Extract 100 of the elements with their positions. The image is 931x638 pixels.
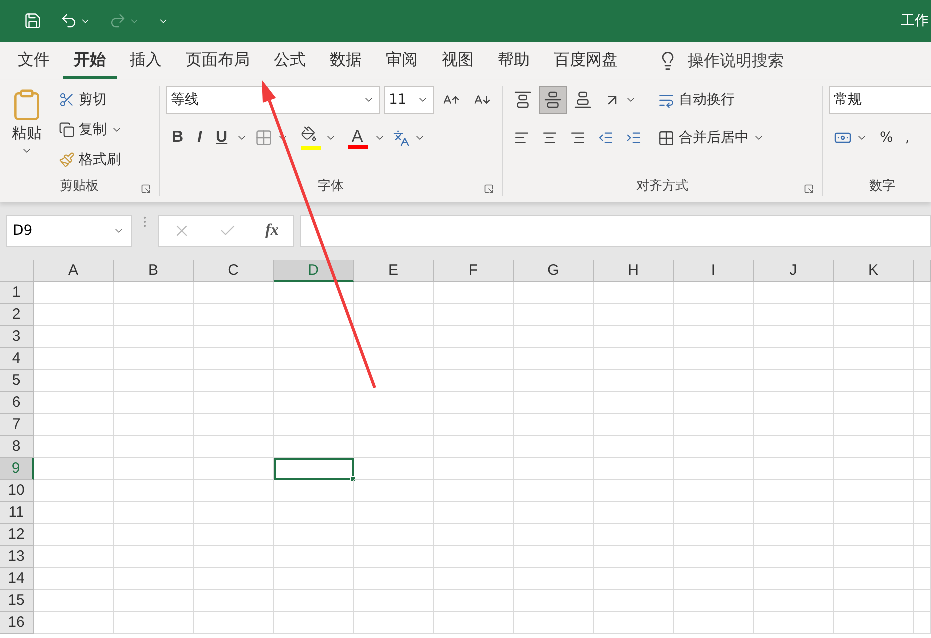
sheet-cell[interactable] [754, 568, 834, 590]
ribbon-tab[interactable]: 公式 [263, 44, 317, 78]
sheet-cell[interactable] [434, 326, 514, 348]
sheet-cell[interactable] [114, 304, 194, 326]
tell-me-search[interactable]: 操作说明搜索 [652, 50, 790, 72]
sheet-cell[interactable] [434, 436, 514, 458]
sheet-cell[interactable] [594, 458, 674, 480]
sheet-cell[interactable] [354, 304, 434, 326]
sheet-cell[interactable] [274, 590, 354, 612]
sheet-cell[interactable] [914, 304, 931, 326]
sheet-cell[interactable] [914, 546, 931, 568]
sheet-cell[interactable] [594, 502, 674, 524]
sheet-cell[interactable] [114, 568, 194, 590]
sheet-cell[interactable] [674, 414, 754, 436]
sheet-cell[interactable] [194, 436, 274, 458]
sheet-cell[interactable] [194, 546, 274, 568]
sheet-cell[interactable] [274, 612, 354, 634]
column-header[interactable]: K [834, 260, 914, 282]
sheet-cell[interactable] [594, 392, 674, 414]
sheet-cell[interactable] [594, 326, 674, 348]
percent-button[interactable]: % [875, 124, 898, 152]
column-header[interactable]: E [354, 260, 434, 282]
sheet-cell[interactable] [274, 414, 354, 436]
sheet-cell[interactable] [914, 502, 931, 524]
ribbon-tab[interactable]: 视图 [431, 44, 485, 78]
sheet-cell[interactable] [594, 436, 674, 458]
sheet-cell[interactable] [194, 458, 274, 480]
sheet-cell[interactable] [34, 568, 114, 590]
sheet-cell[interactable] [354, 612, 434, 634]
sheet-cell[interactable] [194, 370, 274, 392]
sheet-cell[interactable] [274, 524, 354, 546]
sheet-cell[interactable] [354, 590, 434, 612]
sheet-cell[interactable] [114, 480, 194, 502]
sheet-cell[interactable] [674, 436, 754, 458]
sheet-cell[interactable] [594, 568, 674, 590]
sheet-cell[interactable] [34, 304, 114, 326]
sheet-cell[interactable] [114, 590, 194, 612]
sheet-cell[interactable] [834, 502, 914, 524]
name-box[interactable]: D9 [6, 215, 132, 247]
sheet-cell[interactable] [914, 414, 931, 436]
sheet-cell[interactable] [514, 546, 594, 568]
sheet-cell[interactable] [594, 414, 674, 436]
sheet-cell[interactable] [34, 282, 114, 304]
sheet-cell[interactable] [514, 348, 594, 370]
ribbon-tab[interactable]: 百度网盘 [543, 44, 629, 78]
sheet-cell[interactable] [274, 436, 354, 458]
sheet-cell[interactable] [674, 282, 754, 304]
sheet-cell[interactable] [34, 546, 114, 568]
sheet-cell[interactable] [914, 524, 931, 546]
sheet-cell[interactable] [834, 590, 914, 612]
sheet-cell[interactable] [834, 392, 914, 414]
sheet-cell[interactable] [914, 612, 931, 634]
sheet-cell[interactable] [354, 326, 434, 348]
sheet-cell[interactable] [754, 502, 834, 524]
sheet-cell[interactable] [114, 326, 194, 348]
sheet-cell[interactable] [594, 370, 674, 392]
sheet-cell[interactable] [834, 524, 914, 546]
sheet-cell[interactable] [194, 326, 274, 348]
row-header[interactable]: 15 [0, 590, 34, 612]
sheet-cell[interactable] [34, 414, 114, 436]
sheet-cell[interactable] [914, 370, 931, 392]
paste-button[interactable]: 粘贴 [6, 86, 48, 176]
column-header[interactable]: D [274, 260, 354, 282]
sheet-cell[interactable] [754, 590, 834, 612]
save-button[interactable] [24, 12, 42, 30]
bold-button[interactable]: B [166, 127, 190, 149]
sheet-cell[interactable] [354, 524, 434, 546]
font-name-field[interactable]: 等线 [166, 86, 380, 114]
sheet-cell[interactable] [194, 282, 274, 304]
sheet-cell[interactable] [514, 392, 594, 414]
row-header[interactable]: 1 [0, 282, 34, 304]
sheet-cell[interactable] [434, 348, 514, 370]
sheet-cell[interactable] [834, 370, 914, 392]
sheet-cell[interactable] [114, 502, 194, 524]
dialog-launcher-icon[interactable] [141, 184, 151, 194]
ribbon-tab[interactable]: 页面布局 [175, 44, 261, 78]
sheet-cell[interactable] [914, 326, 931, 348]
sheet-cell[interactable] [834, 612, 914, 634]
column-header[interactable]: H [594, 260, 674, 282]
sheet-cell[interactable] [34, 480, 114, 502]
sheet-cell[interactable] [594, 590, 674, 612]
column-header[interactable]: A [34, 260, 114, 282]
sheet-cell[interactable] [34, 348, 114, 370]
sheet-cell[interactable] [354, 370, 434, 392]
sheet-cell[interactable] [754, 480, 834, 502]
sheet-cell[interactable] [594, 480, 674, 502]
sheet-cell[interactable] [114, 546, 194, 568]
underline-button[interactable]: U [210, 127, 234, 149]
sheet-cell[interactable] [354, 282, 434, 304]
sheet-cell[interactable] [434, 304, 514, 326]
insert-function-button[interactable]: fx [266, 222, 279, 240]
sheet-cell[interactable] [754, 612, 834, 634]
sheet-cell[interactable] [674, 480, 754, 502]
column-header[interactable]: I [674, 260, 754, 282]
sheet-cell[interactable] [194, 304, 274, 326]
sheet-cell[interactable] [754, 304, 834, 326]
sheet-cell[interactable] [834, 568, 914, 590]
sheet-cell[interactable] [514, 436, 594, 458]
sheet-cell[interactable] [434, 502, 514, 524]
sheet-cell[interactable] [354, 436, 434, 458]
